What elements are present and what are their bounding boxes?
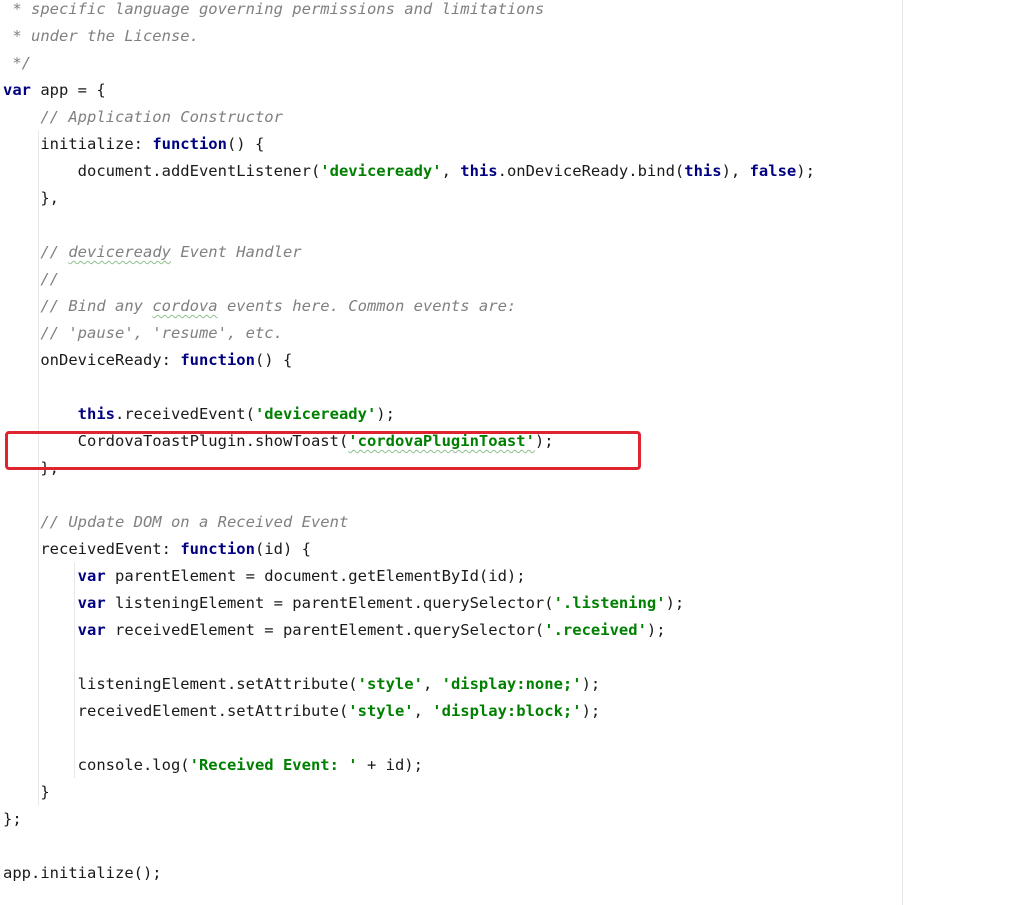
code-line: var parentElement = document.getElementB… xyxy=(77,567,526,585)
code-line: // 'pause', 'resume', etc. xyxy=(40,324,283,342)
code-line: * under the License. xyxy=(3,27,199,45)
code-line: listeningElement.setAttribute('style', '… xyxy=(3,675,601,693)
code-line: var app = { xyxy=(3,81,106,99)
code-line: }, xyxy=(3,189,59,207)
code-line: console.log('Received Event: ' + id); xyxy=(3,756,423,774)
code-line: // Application Constructor xyxy=(40,108,283,126)
code-line: } xyxy=(3,783,50,801)
code-line: receivedElement.setAttribute('style', 'd… xyxy=(3,702,601,720)
code-line: // Update DOM on a Received Event xyxy=(40,513,349,531)
code-line: }; xyxy=(3,810,22,828)
code-line: document.addEventListener('deviceready',… xyxy=(3,162,815,180)
code-line: onDeviceReady: function() { xyxy=(3,351,293,369)
code-line: var receivedElement = parentElement.quer… xyxy=(77,621,666,639)
code-line: app.initialize(); xyxy=(3,864,162,882)
right-margin-guide xyxy=(902,0,903,905)
code-line: this.receivedEvent('deviceready'); xyxy=(77,405,395,423)
code-line: */ xyxy=(3,54,31,72)
code-line: // xyxy=(40,270,59,288)
code-line: var listeningElement = parentElement.que… xyxy=(77,594,685,612)
code-line: // Bind any cordova events here. Common … xyxy=(40,297,517,315)
code-line: * specific language governing permission… xyxy=(3,0,545,18)
highlight-annotation-box xyxy=(5,431,641,470)
code-editor[interactable]: * specific language governing permission… xyxy=(0,0,1021,905)
code-line: // deviceready Event Handler xyxy=(40,243,302,261)
code-line: receivedEvent: function(id) { xyxy=(3,540,311,558)
code-line: initialize: function() { xyxy=(3,135,265,153)
